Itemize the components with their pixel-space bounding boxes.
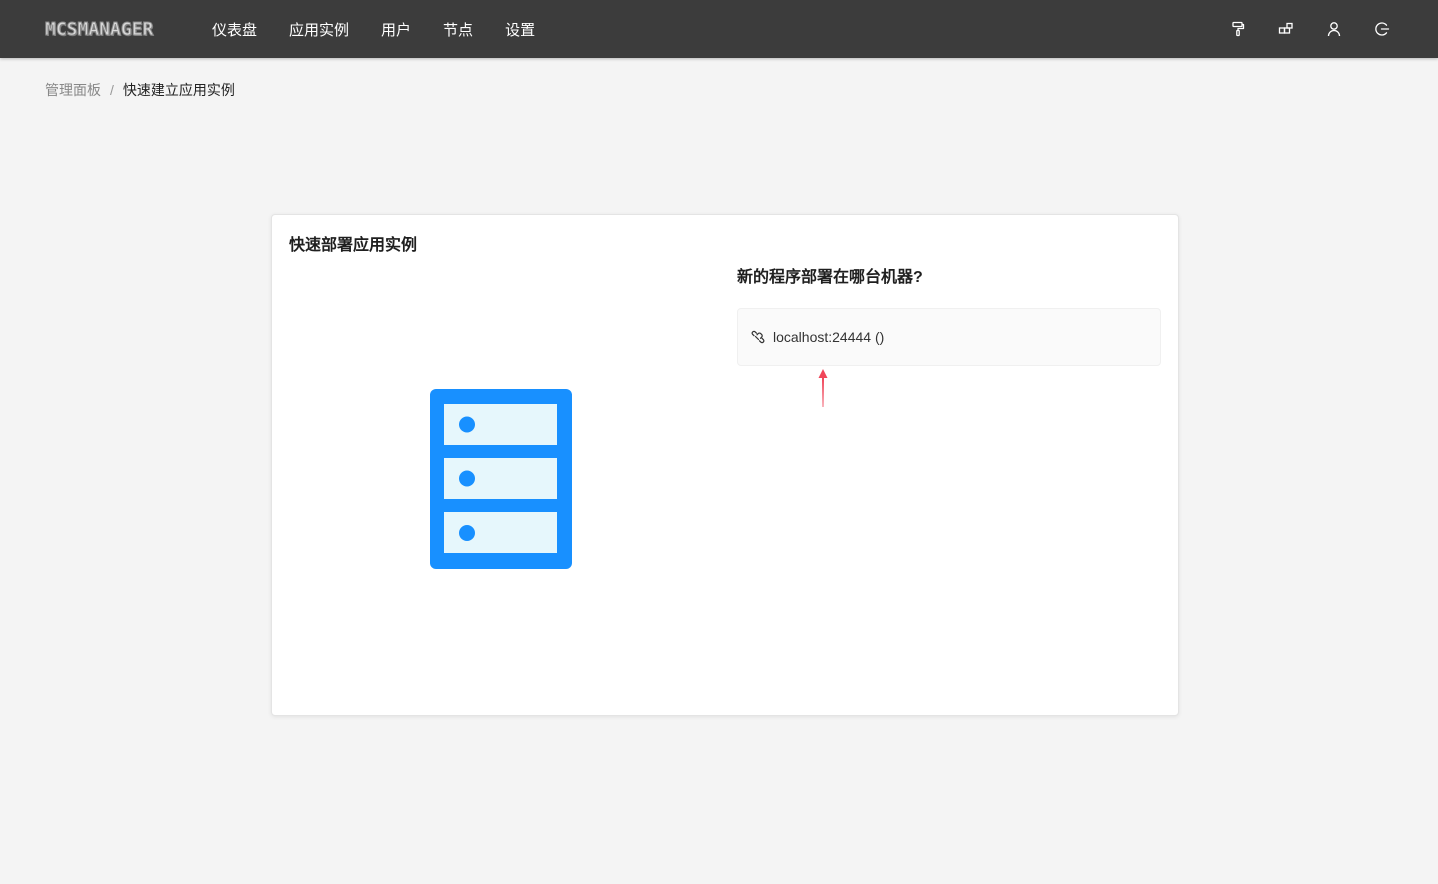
breadcrumb-parent[interactable]: 管理面板: [45, 80, 101, 100]
paint-roller-icon[interactable]: [1228, 19, 1248, 39]
pointer-arrow-icon: [818, 369, 828, 407]
mcsmanager-logo[interactable]: MCSMANAGER: [44, 18, 153, 40]
deploy-target-question: 新的程序部署在哪台机器?: [737, 269, 923, 286]
nav-item-instances[interactable]: 应用实例: [289, 19, 349, 40]
blocks-icon[interactable]: [1276, 19, 1296, 39]
card-title: 快速部署应用实例: [289, 237, 418, 254]
node-option-localhost[interactable]: localhost:24444 (): [737, 308, 1161, 366]
nav-item-users[interactable]: 用户: [381, 19, 411, 40]
user-icon[interactable]: [1324, 19, 1344, 39]
breadcrumb-separator: /: [110, 82, 114, 98]
logout-icon[interactable]: [1372, 19, 1392, 39]
quick-deploy-card: 快速部署应用实例 新的程序部署在哪台机器? localhost:24444 (): [271, 214, 1179, 716]
node-label: localhost:24444 (): [773, 329, 885, 345]
top-navigation-bar: MCSMANAGER 仪表盘 应用实例 用户 节点 设置: [0, 0, 1438, 58]
top-actions: [1200, 0, 1392, 58]
breadcrumb-current: 快速建立应用实例: [122, 82, 235, 98]
main-nav: 仪表盘 应用实例 用户 节点 设置: [212, 0, 567, 58]
breadcrumb: 管理面板 / 快速建立应用实例: [45, 80, 235, 100]
server-rack-icon: [430, 389, 572, 569]
nav-item-nodes[interactable]: 节点: [443, 19, 473, 40]
nav-item-settings[interactable]: 设置: [505, 19, 535, 40]
link-icon: [751, 330, 765, 344]
nav-item-dashboard[interactable]: 仪表盘: [212, 19, 257, 40]
